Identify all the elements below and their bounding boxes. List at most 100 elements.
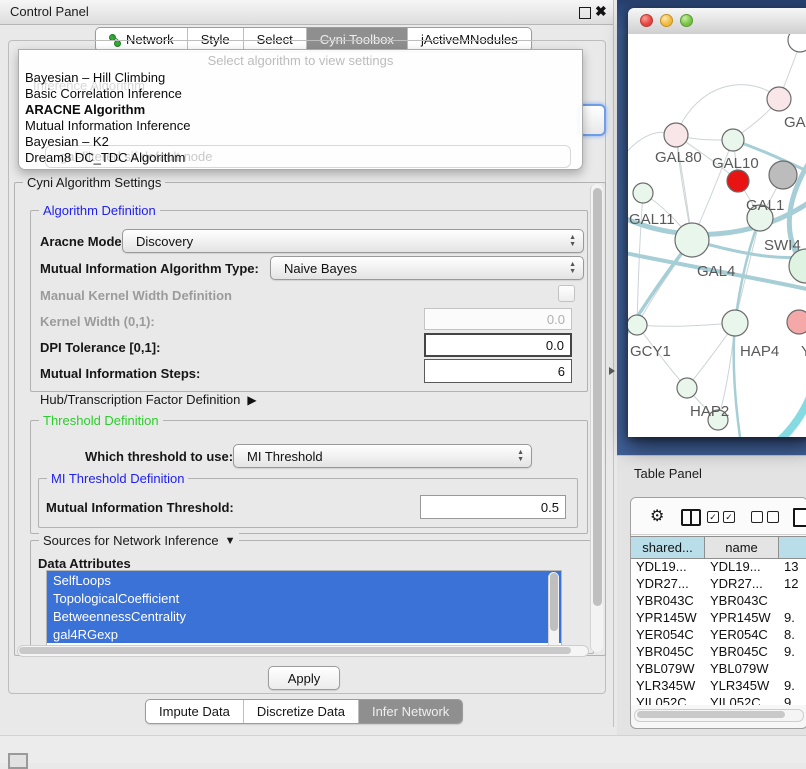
node-hap4[interactable] (722, 310, 748, 336)
list-item[interactable]: gal4RGexp (47, 625, 561, 643)
algorithm-dropdown-popup: Select algorithm to view settings Infere… (18, 49, 583, 170)
data-attributes-list: SelfLoops TopologicalCoefficient Between… (46, 570, 562, 654)
table-row[interactable]: YBR045CYBR045C9. (631, 644, 806, 661)
table-toolbar: ⚙ ✓ ✓ (631, 498, 806, 535)
select-all-icon[interactable]: ✓ ✓ (707, 511, 735, 523)
table-row[interactable]: YLR345WYLR345W9. (631, 678, 806, 695)
mi-threshold-label: Mutual Information Threshold: (46, 500, 234, 515)
node-label: SWI4 (764, 237, 801, 254)
mi-threshold-field[interactable]: 0.5 (420, 495, 566, 519)
list-item[interactable]: BetweennessCentrality (47, 607, 561, 625)
manual-kernel-checkbox[interactable] (558, 285, 575, 302)
table-row[interactable]: YBL079WYBL079W (631, 661, 806, 678)
aracne-mode-label: Aracne Mode: (40, 234, 126, 249)
settings-vertical-scrollbar[interactable] (590, 184, 603, 652)
table-panel-title: Table Panel (634, 466, 702, 481)
apply-button[interactable]: Apply (268, 666, 340, 690)
sources-group-title: Sources for Network Inference ▼ (39, 533, 239, 548)
expand-arrow-icon: ▶ (247, 393, 256, 407)
float-window-icon[interactable] (579, 7, 591, 19)
table-row[interactable]: YPR145WYPR145W9. (631, 610, 806, 627)
combo-arrows-icon: ▲▼ (517, 449, 524, 463)
node-selected-red[interactable] (727, 170, 749, 192)
attributes-list-scrollbar[interactable] (548, 572, 559, 650)
network-graph: GAL GAL80 GAL10 GAL11 GAL1 SWI4 GAL4 GCY… (628, 34, 806, 437)
node-label: GCY1 (630, 343, 671, 360)
tab-discretize-data[interactable]: Discretize Data (243, 700, 358, 723)
control-panel-window: Control Panel ✖ Network Style Select Cyn… (0, 0, 614, 727)
network-view-window: GAL GAL80 GAL10 GAL11 GAL1 SWI4 GAL4 GCY… (628, 8, 806, 437)
gear-icon[interactable]: ⚙ (650, 506, 664, 526)
dropdown-prompt: Select algorithm to view settings (19, 53, 582, 68)
node-gcy1[interactable] (628, 315, 647, 335)
mi-steps-field[interactable]: 6 (424, 359, 572, 383)
close-traffic-light-icon[interactable] (640, 14, 653, 27)
menu-item-basic-correlation[interactable]: Basic Correlation Inference (25, 86, 182, 102)
node-label: Y (801, 343, 806, 360)
combo-arrows-icon: ▲▼ (569, 234, 576, 248)
table-header-row: shared... name A (631, 536, 806, 559)
hub-factor-expander[interactable]: Hub/Transcription Factor Definition ▶ (40, 392, 257, 407)
node-label: GAL (784, 114, 806, 131)
node-gal80[interactable] (664, 123, 688, 147)
bottom-strip (0, 735, 806, 763)
list-item[interactable]: TopologicalCoefficient (47, 589, 561, 607)
zoom-traffic-light-icon[interactable] (680, 14, 693, 27)
minimized-panel-icon[interactable] (8, 753, 28, 769)
table-body: YDL19...YDL19...13 YDR27...YDR27...12 YB… (631, 559, 806, 705)
column-header-shared-name[interactable]: shared... (631, 536, 705, 559)
cyni-bottom-tabs: Impute Data Discretize Data Infer Networ… (145, 699, 463, 724)
window-title: Control Panel (10, 4, 89, 19)
node-label: HAP2 (690, 403, 729, 420)
table-row[interactable]: YDL19...YDL19...13 (631, 559, 806, 576)
kernel-width-field[interactable]: 0.0 (424, 308, 572, 330)
node-label: HAP4 (740, 343, 779, 360)
table-horizontal-scrollbar[interactable] (634, 709, 804, 722)
columns-icon[interactable] (681, 509, 701, 526)
node-label: GAL1 (746, 197, 784, 214)
mi-type-select[interactable]: Naive Bayes ▲▼ (270, 256, 584, 280)
close-icon[interactable]: ✖ (595, 3, 607, 20)
node-label: GAL4 (697, 263, 735, 280)
column-header-name[interactable]: name (705, 536, 779, 559)
node-label: GAL11 (629, 211, 675, 228)
collapse-arrow-icon[interactable]: ▼ (225, 535, 236, 547)
menu-item-bayesian-k2[interactable]: Bayesian – K2 (25, 134, 109, 150)
node-pink[interactable] (787, 310, 806, 334)
dpi-tolerance-field[interactable]: 0.0 (424, 333, 572, 357)
table-row[interactable]: YDR27...YDR27...12 (631, 576, 806, 593)
tab-impute-data[interactable]: Impute Data (146, 700, 243, 723)
menu-item-dream8[interactable]: Dream8 DC_TDC Algorithm (25, 150, 185, 166)
node[interactable] (767, 87, 791, 111)
node-gal10[interactable] (722, 129, 744, 151)
node-label: GAL80 (655, 149, 702, 166)
node[interactable] (788, 34, 806, 52)
document-icon[interactable] (793, 508, 806, 527)
settings-horizontal-scrollbar[interactable] (17, 645, 589, 657)
split-divider-arrow-icon[interactable] (609, 367, 615, 375)
data-attributes-label: Data Attributes (38, 556, 131, 571)
node-swi4[interactable] (789, 249, 806, 283)
deselect-all-icon[interactable] (751, 511, 779, 523)
menu-item-bayesian-hill-climbing[interactable]: Bayesian – Hill Climbing (25, 70, 165, 86)
table-row[interactable]: YIL052CYIL052C9. (631, 695, 806, 705)
which-threshold-select[interactable]: MI Threshold ▲▼ (233, 444, 532, 468)
network-window-titlebar (628, 8, 806, 35)
which-threshold-label: Which threshold to use: (85, 449, 233, 464)
mi-steps-label: Mutual Information Steps: (40, 366, 200, 381)
column-header-partial[interactable]: A (779, 536, 806, 559)
node-gal4[interactable] (675, 223, 709, 257)
tab-infer-network[interactable]: Infer Network (358, 700, 462, 723)
node-hap2[interactable] (677, 378, 697, 398)
table-row[interactable]: YBR043CYBR043C (631, 593, 806, 610)
minimize-traffic-light-icon[interactable] (660, 14, 673, 27)
aracne-mode-select[interactable]: Discovery ▲▼ (122, 229, 584, 253)
menu-item-mutual-information[interactable]: Mutual Information Inference (25, 118, 190, 134)
node-gal11[interactable] (633, 183, 653, 203)
network-canvas[interactable]: GAL GAL80 GAL10 GAL11 GAL1 SWI4 GAL4 GCY… (628, 34, 806, 437)
menu-item-aracne[interactable]: ARACNE Algorithm (25, 102, 145, 118)
table-panel-window: ⚙ ✓ ✓ shared... name A YDL19...YDL19...1… (630, 497, 806, 729)
list-item[interactable]: SelfLoops (47, 571, 561, 589)
table-row[interactable]: YER054CYER054C8. (631, 627, 806, 644)
node-gray[interactable] (769, 161, 797, 189)
